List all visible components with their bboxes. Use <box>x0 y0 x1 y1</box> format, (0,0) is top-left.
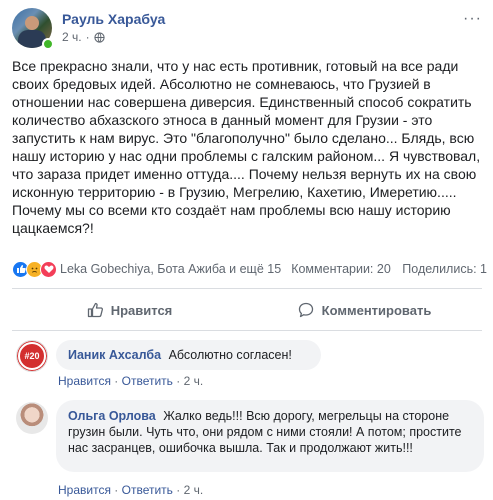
separator: · <box>176 374 184 388</box>
comment-text: Абсолютно согласен! <box>168 348 292 362</box>
reaction-counts: Комментарии: 20 Поделились: 1 <box>283 262 487 276</box>
separator: · <box>176 483 184 497</box>
post-timestamp[interactable]: 2 ч. <box>62 30 82 44</box>
comment-like-link[interactable]: Нравится <box>58 483 111 497</box>
comment-reply-link[interactable]: Ответить <box>122 374 173 388</box>
comment-actions: Нравится · Ответить · 2 ч. <box>58 483 203 497</box>
divider <box>12 330 482 331</box>
comment-timestamp[interactable]: 2 ч. <box>184 374 204 388</box>
commenter-avatar[interactable] <box>16 402 48 434</box>
separator: · <box>114 483 122 497</box>
divider <box>12 288 482 289</box>
comment-actions: Нравится · Ответить · 2 ч. <box>58 374 203 388</box>
post-meta: 2 ч. · <box>62 30 105 44</box>
comment-icon <box>298 302 313 318</box>
love-icon <box>40 260 57 278</box>
shares-count[interactable]: Поделились: 1 <box>402 262 487 276</box>
meta-separator: · <box>85 30 90 44</box>
comment-like-link[interactable]: Нравится <box>58 374 111 388</box>
globe-icon <box>93 31 105 43</box>
more-options-icon[interactable]: ··· <box>463 10 482 28</box>
post-text: Все прекрасно знали, что у нас есть прот… <box>12 58 481 236</box>
post-header: Рауль Харабуа 2 ч. · ··· <box>12 8 482 50</box>
reaction-icons[interactable] <box>12 260 57 278</box>
comment-author[interactable]: Ианик Ахсалба <box>68 348 161 362</box>
comment-timestamp[interactable]: 2 ч. <box>184 483 204 497</box>
comment-button-label: Комментировать <box>321 302 432 318</box>
comment-bubble: Ианик Ахсалба Абсолютно согласен! <box>56 340 321 370</box>
comments-count[interactable]: Комментарии: 20 <box>291 262 391 276</box>
reaction-names[interactable]: Leka Gobechiya, Бота Ажиба и ещё 15 <box>60 262 283 276</box>
comment-reply-link[interactable]: Ответить <box>122 483 173 497</box>
thumbs-up-icon <box>87 302 103 318</box>
post-actions: Нравится Комментировать <box>12 296 482 324</box>
avatar-head-shape <box>25 16 39 30</box>
comment-item: #20 Ианик Ахсалба Абсолютно согласен! Нр… <box>16 340 484 390</box>
online-status-icon <box>42 38 54 50</box>
like-button-label: Нравится <box>110 302 173 318</box>
like-button[interactable]: Нравится <box>12 296 247 324</box>
comment-button[interactable]: Комментировать <box>247 296 482 324</box>
commenter-avatar[interactable]: #20 <box>16 340 48 372</box>
comment-bubble: Ольга Орлова Жалко ведь!!! Всю дорогу, м… <box>56 400 484 472</box>
avatar-badge: #20 <box>18 342 46 370</box>
post-author-name[interactable]: Рауль Харабуа <box>62 11 165 27</box>
separator: · <box>114 374 122 388</box>
reactions-bar: Leka Gobechiya, Бота Ажиба и ещё 15 Комм… <box>12 259 487 279</box>
comment-item: Ольга Орлова Жалко ведь!!! Всю дорогу, м… <box>16 400 484 498</box>
comment-author[interactable]: Ольга Орлова <box>68 409 156 423</box>
